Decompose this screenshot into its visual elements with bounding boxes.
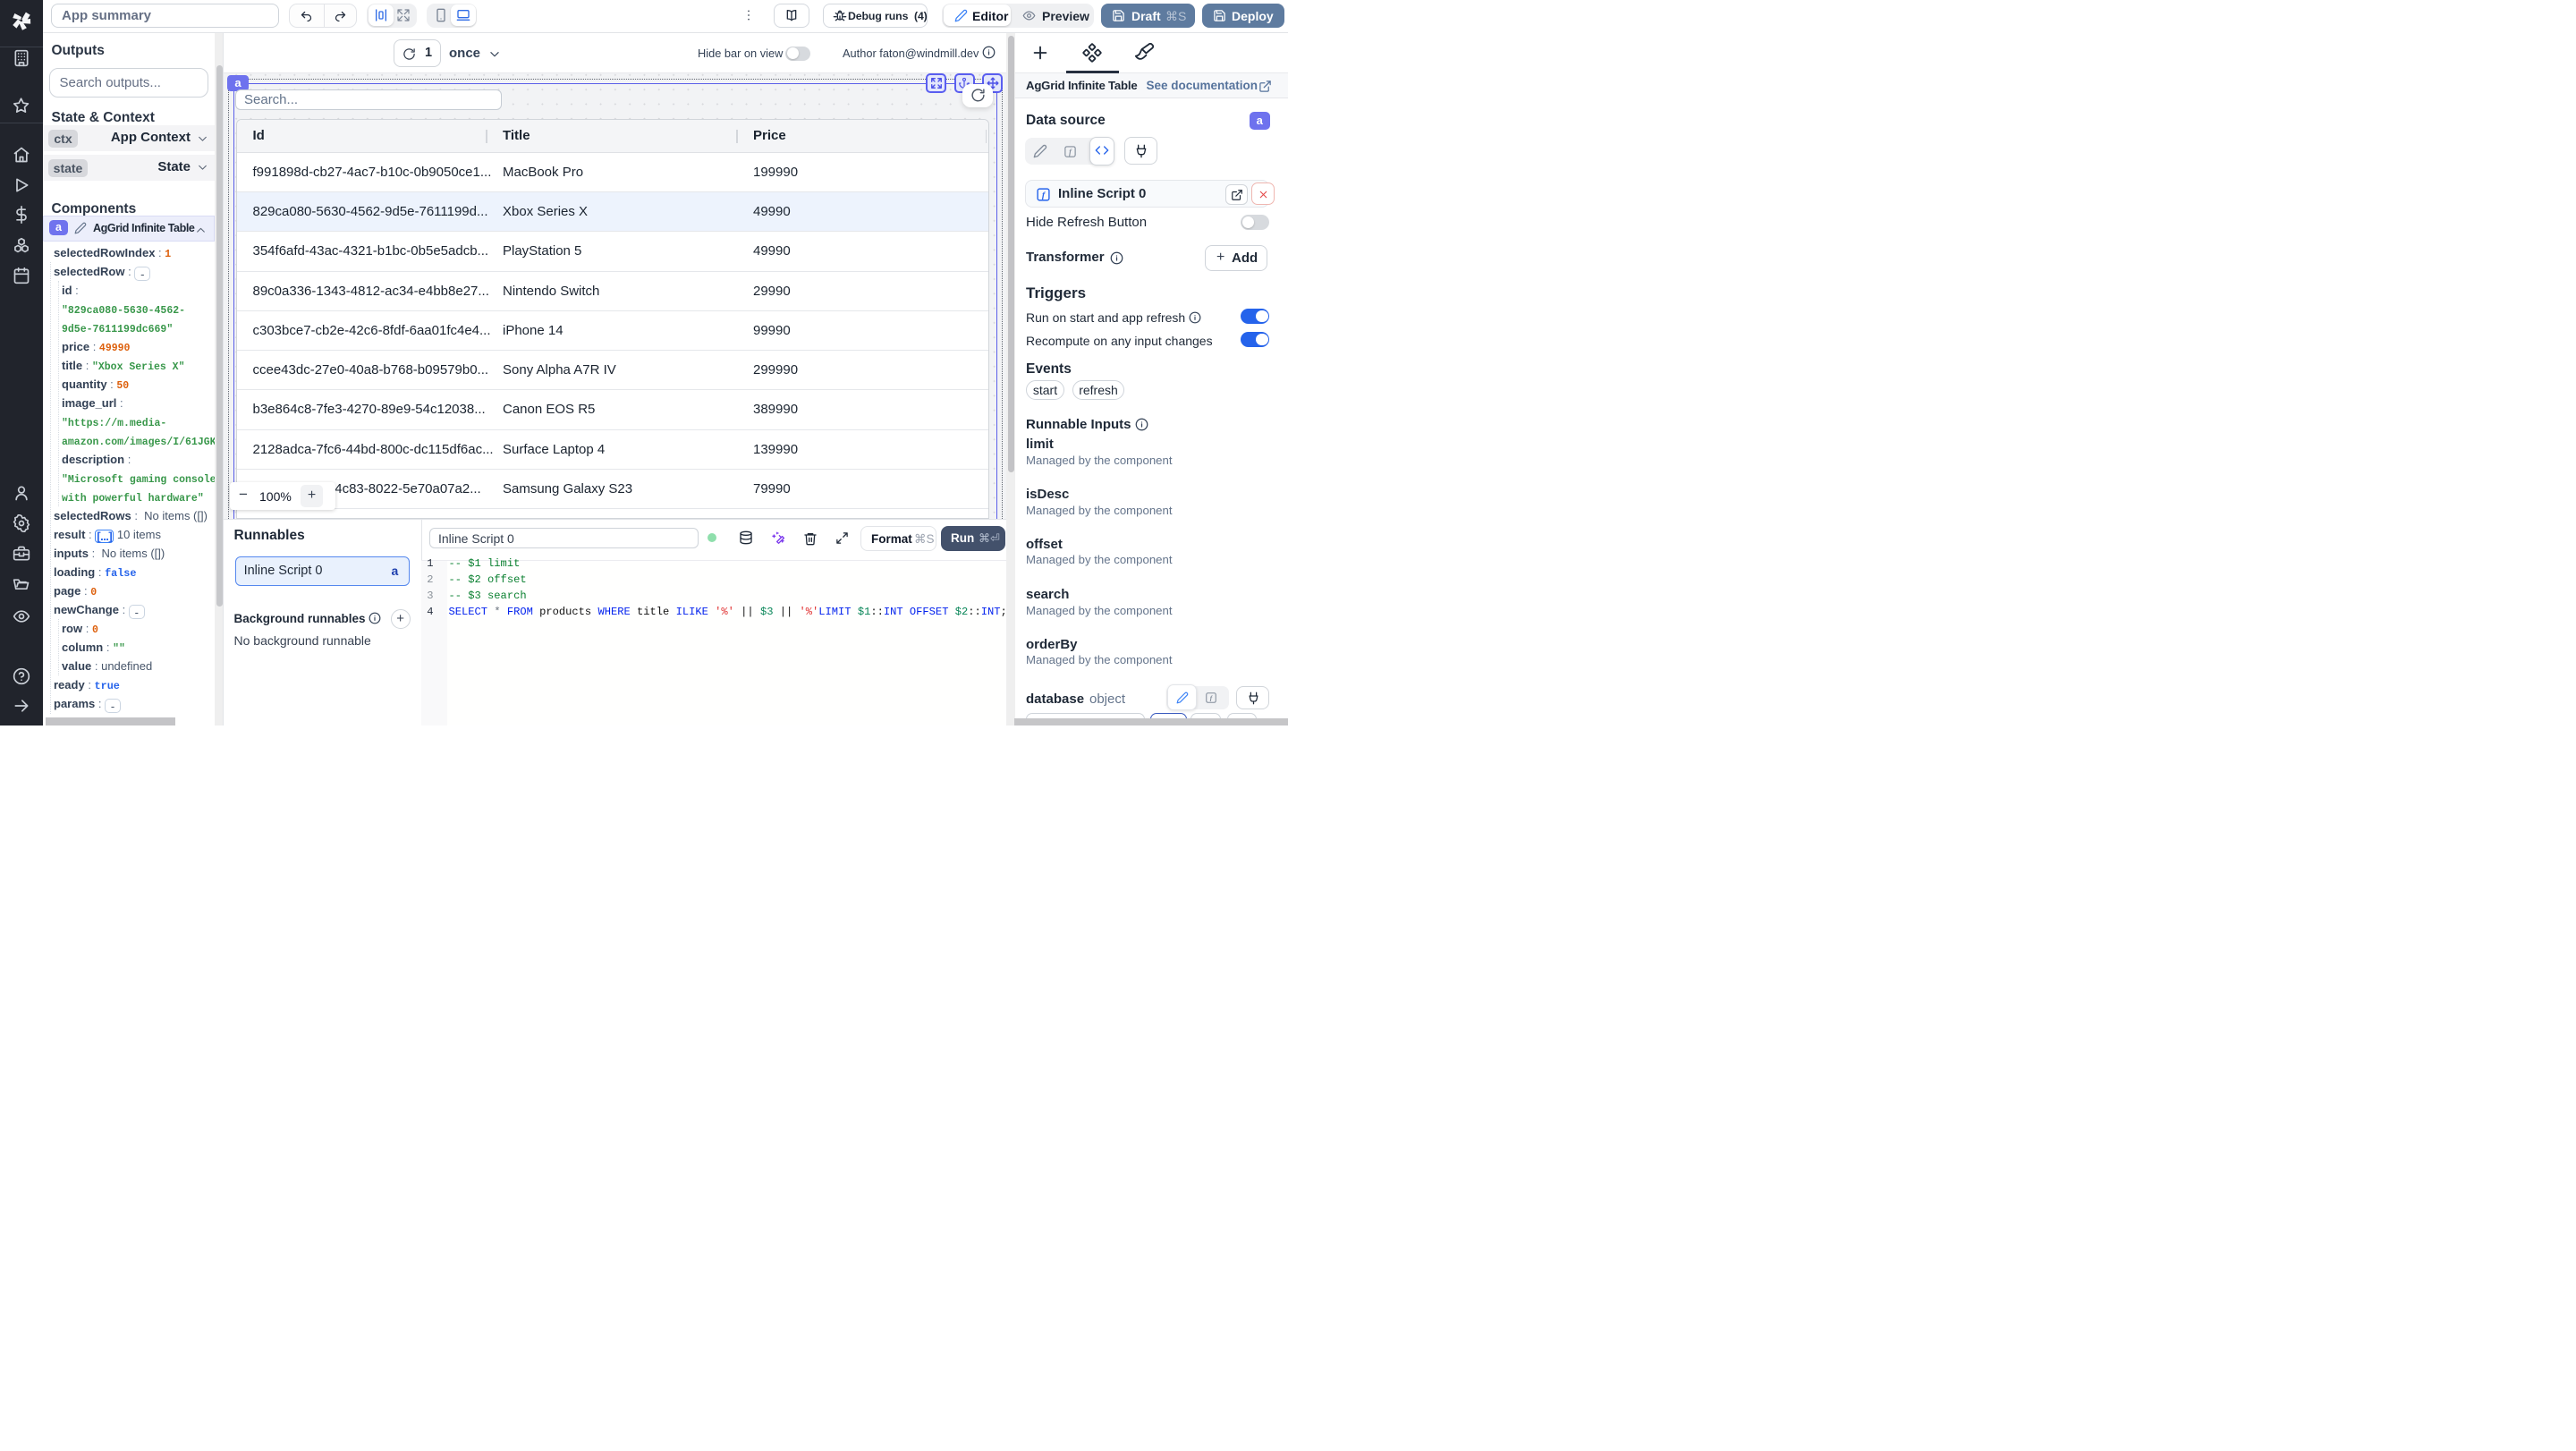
svg-text:f: f [1210,694,1214,702]
svg-text:f: f [1042,191,1046,200]
svg-text:f: f [1069,148,1072,156]
